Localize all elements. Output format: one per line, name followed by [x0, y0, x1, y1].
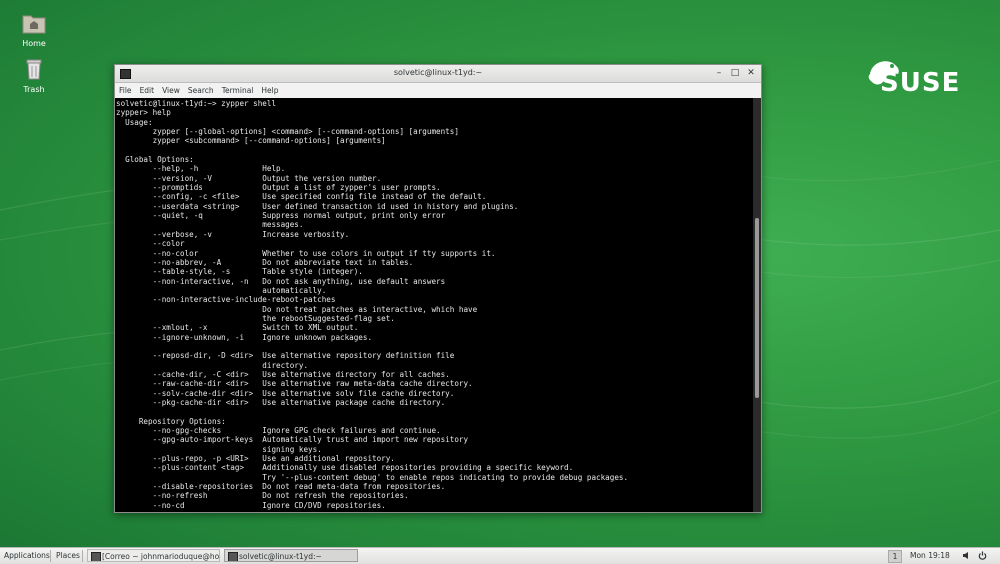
terminal-output[interactable]: solvetic@linux-t1yd:~> zypper shell zypp… — [115, 98, 753, 512]
task-label: solvetic@linux-t1yd:~ — [239, 552, 322, 561]
maximize-button[interactable]: □ — [729, 67, 741, 79]
desktop-icon-home[interactable]: Home — [4, 12, 64, 48]
terminal-window[interactable]: solvetic@linux-t1yd:~ – □ ✕ File Edit Vi… — [114, 64, 762, 513]
folder-home-icon — [22, 15, 46, 34]
close-button[interactable]: ✕ — [745, 67, 757, 79]
suse-logo-text: SUSE — [880, 68, 961, 98]
menu-terminal[interactable]: Terminal — [222, 86, 254, 95]
scrollbar-thumb[interactable] — [755, 218, 759, 398]
window-title: solvetic@linux-t1yd:~ — [393, 68, 483, 77]
menu-bar: File Edit View Search Terminal Help — [115, 83, 761, 99]
applications-menu[interactable]: Applications — [4, 550, 50, 562]
menu-view[interactable]: View — [162, 86, 180, 95]
menu-search[interactable]: Search — [188, 86, 214, 95]
menu-help[interactable]: Help — [261, 86, 278, 95]
desktop-icon-label: Trash — [23, 85, 45, 94]
volume-icon[interactable] — [962, 551, 971, 560]
trash-icon — [26, 59, 42, 80]
bottom-panel: Applications Places [Correo ~ johnmariod… — [0, 547, 1000, 564]
clock[interactable]: Mon 19:18 — [910, 550, 950, 562]
workspace-switcher[interactable]: 1 — [888, 550, 902, 563]
menu-edit[interactable]: Edit — [140, 86, 155, 95]
terminal-scrollbar[interactable] — [753, 98, 761, 512]
terminal-icon — [228, 552, 238, 561]
task-terminal[interactable]: solvetic@linux-t1yd:~ — [224, 549, 358, 562]
task-email[interactable]: [Correo ~ johnmarioduque@hotmail.... — [87, 549, 220, 562]
task-label: [Correo ~ johnmarioduque@hotmail.... — [102, 552, 220, 561]
panel-separator — [50, 550, 51, 562]
desktop-icon-trash[interactable]: Trash — [4, 58, 64, 94]
terminal-text: solvetic@linux-t1yd:~> zypper shell zypp… — [116, 99, 629, 510]
power-icon[interactable] — [978, 551, 987, 560]
minimize-button[interactable]: – — [713, 67, 725, 79]
panel-separator — [82, 550, 83, 562]
desktop-icon-label: Home — [22, 39, 46, 48]
menu-file[interactable]: File — [119, 86, 132, 95]
window-titlebar[interactable]: solvetic@linux-t1yd:~ – □ ✕ — [115, 65, 761, 83]
browser-icon — [91, 552, 101, 561]
places-menu[interactable]: Places — [56, 550, 80, 562]
